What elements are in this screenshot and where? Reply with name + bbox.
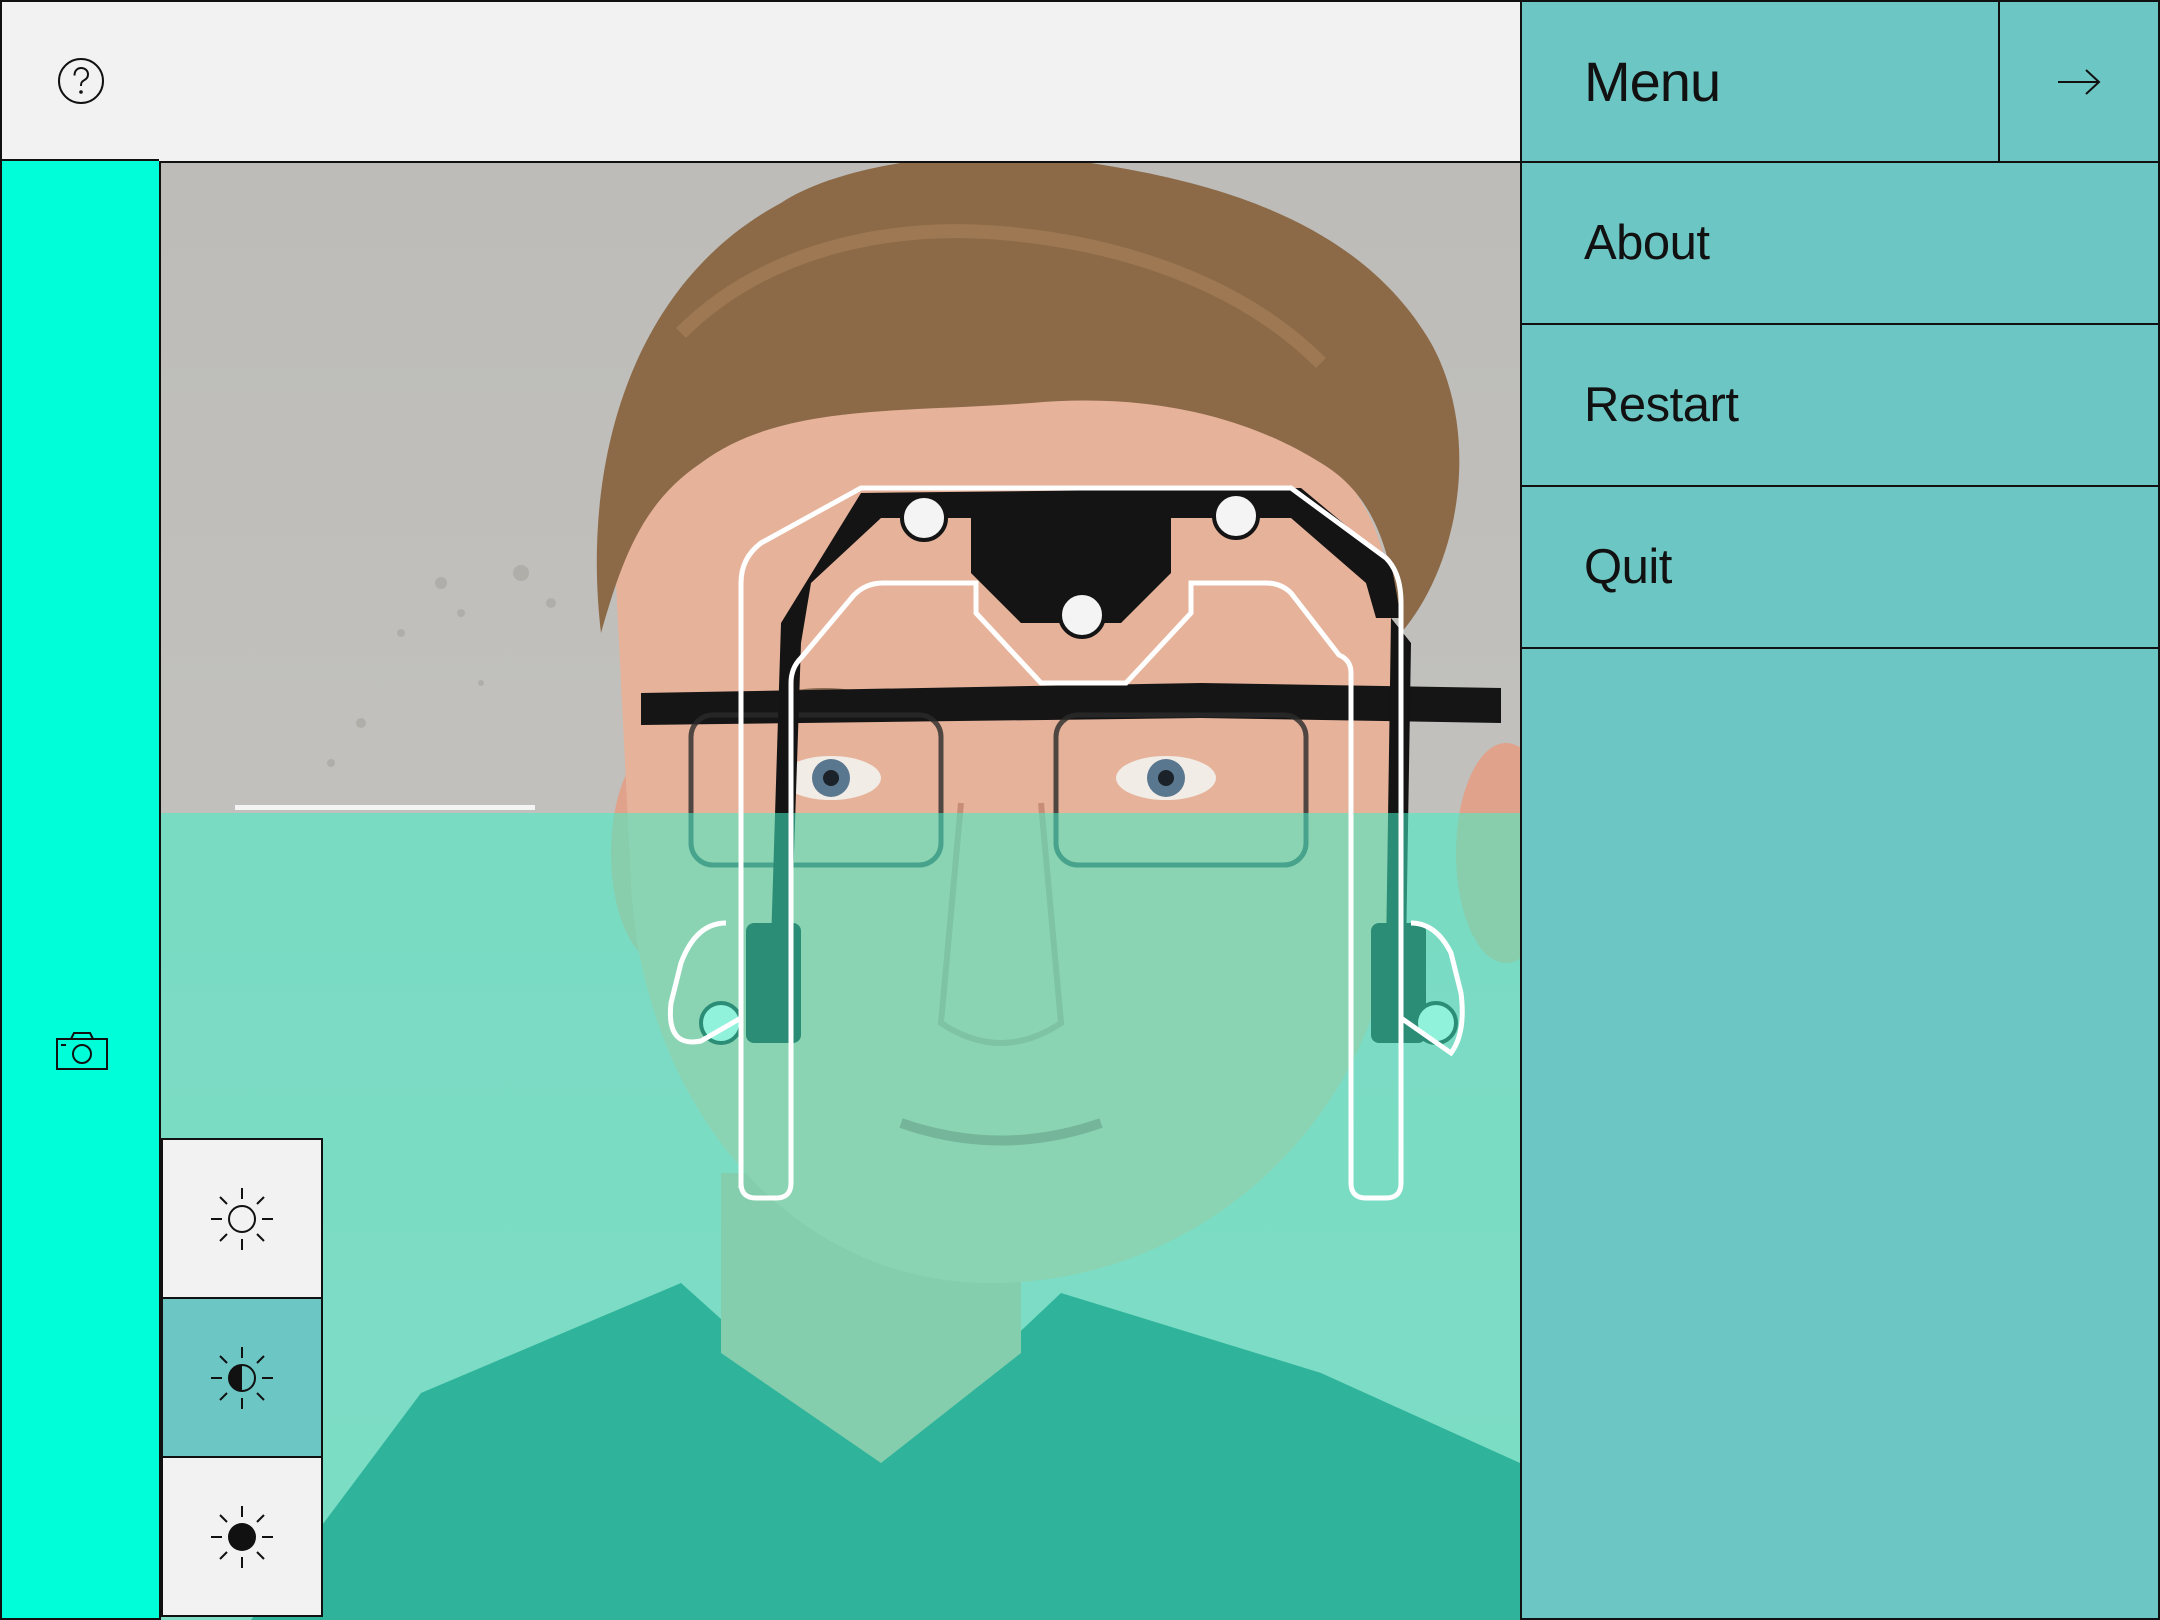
calibration-line xyxy=(235,805,535,810)
menu-item-about[interactable]: About xyxy=(1522,163,2158,325)
brightness-selector xyxy=(161,1138,323,1620)
sun-outline-icon xyxy=(211,1187,273,1250)
arrow-right-icon xyxy=(2058,68,2101,95)
left-rail xyxy=(0,161,161,1620)
question-circle-icon xyxy=(57,57,104,104)
capture-button[interactable] xyxy=(42,1011,122,1091)
close-menu-button[interactable] xyxy=(1998,2,2158,161)
top-bar xyxy=(159,0,1522,163)
menu-panel: Menu About Restart Quit xyxy=(1520,0,2160,1620)
sun-half-icon xyxy=(211,1346,273,1409)
menu-title: Menu xyxy=(1584,50,1721,113)
sun-filled-icon xyxy=(211,1505,273,1568)
camera-feed xyxy=(161,163,1520,1620)
menu-item-restart[interactable]: Restart xyxy=(1522,325,2158,487)
camera-viewport xyxy=(161,163,1520,1620)
camera-icon xyxy=(56,1032,108,1070)
menu-item-quit[interactable]: Quit xyxy=(1522,487,2158,649)
menu-header: Menu xyxy=(1522,2,2158,163)
brightness-high-button[interactable] xyxy=(161,1456,323,1617)
help-button[interactable] xyxy=(0,0,161,161)
brightness-medium-button[interactable] xyxy=(161,1297,323,1458)
brightness-low-button[interactable] xyxy=(161,1138,323,1299)
